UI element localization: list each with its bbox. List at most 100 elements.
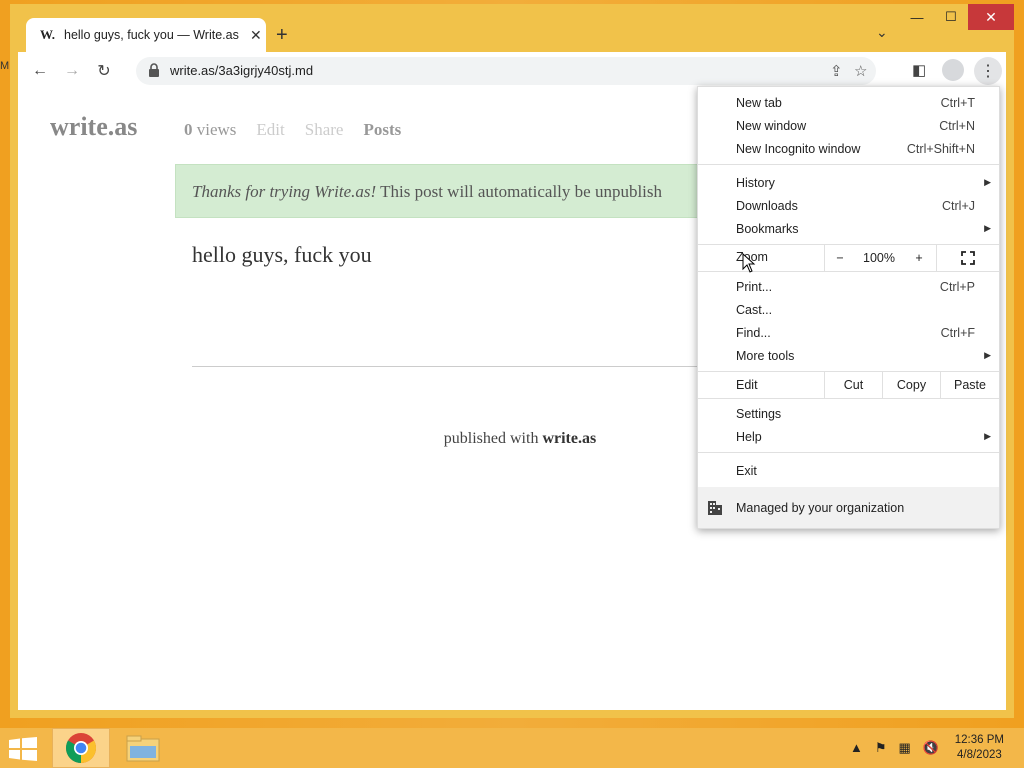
menu-item-cast[interactable]: Cast... <box>698 298 999 321</box>
menu-item-shortcut: Ctrl+P <box>939 279 975 294</box>
menu-separator <box>698 398 999 399</box>
views-counter: 0 views <box>184 120 236 140</box>
fullscreen-button[interactable] <box>936 245 999 271</box>
menu-item-label: New window <box>736 118 807 133</box>
menu-item-label: Find... <box>736 325 771 340</box>
action-center-flag-icon[interactable]: ⚑ <box>875 740 887 756</box>
chrome-logo-icon <box>65 733 97 763</box>
paste-button[interactable]: Paste <box>940 372 999 398</box>
edit-link[interactable]: Edit <box>256 120 284 140</box>
minimize-button[interactable]: — <box>900 4 934 30</box>
menu-item-shortcut: Ctrl+T <box>940 95 975 110</box>
menu-item-label: Exit <box>736 463 757 478</box>
browser-toolbar: ← → ↻ write.as/3a3igrjy40stj.md ⇪ ☆ ◧ ⋮ <box>18 52 1006 90</box>
submenu-arrow-icon: ▶ <box>984 350 991 360</box>
active-tab[interactable]: W. hello guys, fuck you — Write.as ✕ <box>26 18 266 52</box>
back-button[interactable]: ← <box>30 61 50 81</box>
submenu-arrow-icon: ▶ <box>984 431 991 441</box>
tab-close-icon[interactable]: ✕ <box>250 27 262 44</box>
fullscreen-icon <box>961 251 975 265</box>
new-tab-button[interactable]: + <box>276 24 288 47</box>
posts-link[interactable]: Posts <box>363 120 401 140</box>
footer-link[interactable]: write.as <box>542 430 596 447</box>
cut-button[interactable]: Cut <box>824 372 882 398</box>
chrome-menu-button[interactable]: ⋮ <box>974 57 1002 85</box>
share-link[interactable]: Share <box>305 120 344 140</box>
clock-date: 4/8/2023 <box>957 749 1002 761</box>
menu-item-exit[interactable]: Exit <box>698 459 999 482</box>
menu-item-label: Cast... <box>736 302 773 317</box>
menu-item-new-tab[interactable]: New tab Ctrl+T <box>698 91 999 114</box>
mouse-cursor-icon <box>742 253 756 273</box>
url-text[interactable]: write.as/3a3igrjy40stj.md <box>170 63 313 78</box>
menu-item-new-incognito-window[interactable]: New Incognito window Ctrl+Shift+N <box>698 137 999 160</box>
tab-search-chevron-icon[interactable]: ⌄ <box>876 24 888 41</box>
profile-avatar-icon[interactable] <box>942 59 964 81</box>
clock[interactable]: 12:36 PM 4/8/2023 <box>955 733 1004 763</box>
show-hidden-icons-icon[interactable]: ▲ <box>850 740 863 756</box>
volume-muted-icon[interactable]: 🔇 <box>923 740 939 756</box>
menu-item-label: Settings <box>736 406 782 421</box>
copy-button[interactable]: Copy <box>882 372 940 398</box>
submenu-arrow-icon: ▶ <box>984 177 991 187</box>
bookmark-star-icon[interactable]: ☆ <box>854 62 867 80</box>
taskbar-chrome-button[interactable] <box>52 728 110 768</box>
managed-by-organization[interactable]: Managed by your organization <box>698 487 999 528</box>
maximize-button[interactable]: ☐ <box>934 4 968 30</box>
edit-row: Edit Cut Copy Paste <box>698 372 999 398</box>
menu-item-find[interactable]: Find... Ctrl+F <box>698 321 999 344</box>
zoom-in-button[interactable]: + <box>904 245 934 271</box>
info-banner: Thanks for trying Write.as! This post wi… <box>175 164 715 218</box>
menu-item-shortcut: Ctrl+Shift+N <box>906 141 975 156</box>
close-window-button[interactable]: ✕ <box>968 4 1014 30</box>
paste-label: Paste <box>954 378 986 392</box>
side-panel-icon[interactable]: ◧ <box>912 61 926 79</box>
site-logo[interactable]: write.as <box>50 112 137 142</box>
menu-item-label: Print... <box>736 279 773 294</box>
banner-italic-text: Thanks for trying Write.as! <box>192 182 377 201</box>
system-tray: ▲ ⚑ ▦ 🔇 <box>850 740 939 756</box>
clock-time: 12:36 PM <box>954 734 1004 746</box>
forward-button[interactable]: → <box>62 61 82 81</box>
menu-item-bookmarks[interactable]: Bookmarks ▶ <box>698 217 999 240</box>
menu-item-print[interactable]: Print... Ctrl+P <box>698 275 999 298</box>
zoom-value: 100% <box>863 251 895 265</box>
menu-item-settings[interactable]: Settings <box>698 402 999 425</box>
share-icon[interactable]: ⇪ <box>830 62 843 80</box>
menu-separator <box>698 452 999 453</box>
menu-item-label: New Incognito window <box>736 141 861 156</box>
views-label: views <box>196 120 237 139</box>
managed-label: Managed by your organization <box>736 500 905 515</box>
menu-item-downloads[interactable]: Downloads Ctrl+J <box>698 194 999 217</box>
network-icon[interactable]: ▦ <box>899 740 911 756</box>
file-explorer-icon[interactable] <box>126 734 160 762</box>
edit-label: Edit <box>736 378 758 392</box>
menu-item-history[interactable]: History ▶ <box>698 171 999 194</box>
footer-prefix: published with <box>443 430 543 447</box>
submenu-arrow-icon: ▶ <box>984 223 991 233</box>
desktop-edge-label: M <box>0 60 10 72</box>
menu-item-label: Help <box>736 429 762 444</box>
menu-item-help[interactable]: Help ▶ <box>698 425 999 448</box>
menu-item-label: Bookmarks <box>736 221 799 236</box>
menu-item-label: Downloads <box>736 198 798 213</box>
zoom-out-label: − <box>836 251 844 265</box>
banner-text: This post will automatically be unpublis… <box>376 182 663 201</box>
tab-favicon: W. <box>40 27 56 42</box>
zoom-out-button[interactable]: − <box>824 245 855 271</box>
lock-icon[interactable] <box>148 63 160 77</box>
tab-title: hello guys, fuck you — Write.as <box>64 28 239 42</box>
menu-item-shortcut: Ctrl+F <box>940 325 975 340</box>
menu-item-new-window[interactable]: New window Ctrl+N <box>698 114 999 137</box>
cut-label: Cut <box>843 378 864 392</box>
reload-button[interactable]: ↻ <box>94 61 114 81</box>
address-bar[interactable]: write.as/3a3igrjy40stj.md ⇪ ☆ <box>136 57 876 85</box>
windows-start-icon[interactable] <box>8 737 38 761</box>
menu-item-more-tools[interactable]: More tools ▶ <box>698 344 999 367</box>
menu-item-shortcut: Ctrl+N <box>939 118 975 133</box>
zoom-level: 100% <box>854 245 904 271</box>
chrome-app-menu: New tab Ctrl+T New window Ctrl+N New Inc… <box>697 86 1000 529</box>
post-body: hello guys, fuck you <box>192 242 372 267</box>
menu-separator <box>698 164 999 165</box>
tab-strip: W. hello guys, fuck you — Write.as ✕ + ⌄… <box>10 4 1014 52</box>
